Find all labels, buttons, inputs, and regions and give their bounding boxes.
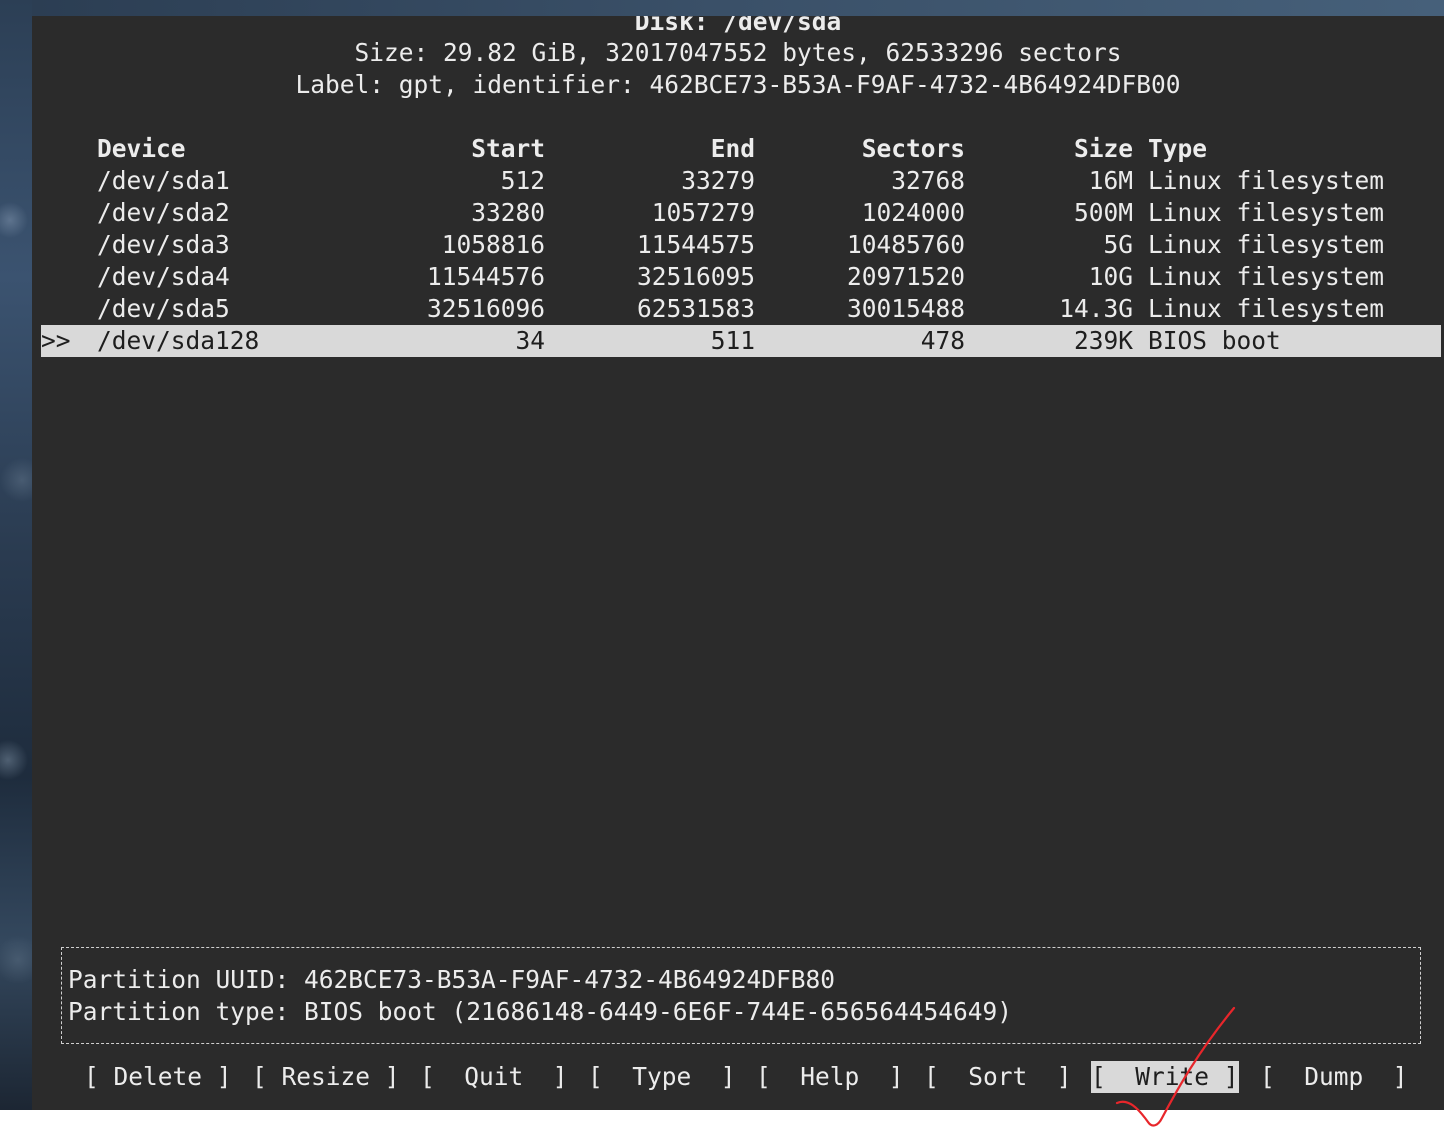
partition-start: 11544576 <box>426 262 545 291</box>
partition-device: /dev/sda1 <box>97 166 230 195</box>
partition-size: 500M <box>1073 198 1133 227</box>
sort-button[interactable]: [ Sort ] <box>924 1061 1072 1093</box>
partition-end: 11544575 <box>636 230 755 259</box>
desktop-top-strip <box>0 0 1444 16</box>
partition-device: /dev/sda5 <box>97 294 230 323</box>
partition-size: 16M <box>1088 166 1133 195</box>
partition-type: Linux filesystem <box>1148 230 1385 259</box>
table-header: Device Start End Sectors Size Type <box>32 133 1444 165</box>
column-sectors: Sectors <box>861 134 965 163</box>
delete-button[interactable]: [ Delete ] <box>84 1061 232 1093</box>
partition-type: Linux filesystem <box>1148 294 1385 323</box>
disk-label: Label: gpt, identifier: 462BCE73-B53A-F9… <box>295 70 1181 99</box>
partition-type: BIOS boot <box>1148 326 1281 355</box>
partition-sectors: 32768 <box>891 166 965 195</box>
partition-sectors: 1024000 <box>861 198 965 227</box>
partition-size: 5G <box>1103 230 1133 259</box>
partition-device: /dev/sda3 <box>97 230 230 259</box>
partition-row[interactable]: /dev/sda1 512 33279 32768 16M Linux file… <box>32 165 1444 197</box>
partition-start: 33280 <box>471 198 545 227</box>
partition-sectors: 10485760 <box>846 230 965 259</box>
quit-button[interactable]: [ Quit ] <box>420 1061 568 1093</box>
partition-row[interactable]: /dev/sda3 1058816 11544575 10485760 5G L… <box>32 229 1444 261</box>
partition-row[interactable]: /dev/sda2 33280 1057279 1024000 500M Lin… <box>32 197 1444 229</box>
partition-start: 512 <box>500 166 545 195</box>
partition-start: 1058816 <box>441 230 545 259</box>
column-start: Start <box>471 134 545 163</box>
partition-size: 14.3G <box>1059 294 1133 323</box>
partition-device: /dev/sda2 <box>97 198 230 227</box>
write-button[interactable]: [ Write ] <box>1091 1061 1239 1093</box>
partition-uuid: Partition UUID: 462BCE73-B53A-F9AF-4732-… <box>68 965 836 994</box>
column-size: Size <box>1073 134 1133 163</box>
partition-end: 1057279 <box>651 198 755 227</box>
partition-start: 34 <box>515 326 545 355</box>
partition-info-box: Partition UUID: 462BCE73-B53A-F9AF-4732-… <box>61 947 1421 1044</box>
partition-device: /dev/sda128 <box>97 326 260 355</box>
partition-row[interactable]: /dev/sda5 32516096 62531583 30015488 14.… <box>32 293 1444 325</box>
disk-size: Size: 29.82 GiB, 32017047552 bytes, 6253… <box>354 38 1122 67</box>
partition-sectors: 478 <box>920 326 965 355</box>
column-device: Device <box>97 134 186 163</box>
partition-row[interactable]: /dev/sda4 11544576 32516095 20971520 10G… <box>32 261 1444 293</box>
resize-button[interactable]: [ Resize ] <box>252 1061 400 1093</box>
partition-sectors: 30015488 <box>846 294 965 323</box>
column-type: Type <box>1148 134 1208 163</box>
partition-type: Linux filesystem <box>1148 262 1385 291</box>
type-button[interactable]: [ Type ] <box>588 1061 736 1093</box>
partition-start: 32516096 <box>426 294 545 323</box>
terminal-window[interactable]: Disk: /dev/sda Size: 29.82 GiB, 32017047… <box>32 16 1444 1110</box>
disk-title: Disk: /dev/sda <box>634 16 842 36</box>
partition-end: 33279 <box>681 166 755 195</box>
partition-end: 32516095 <box>636 262 755 291</box>
partition-type-info: Partition type: BIOS boot (21686148-6449… <box>68 997 1013 1026</box>
dump-button[interactable]: [ Dump ] <box>1260 1061 1408 1093</box>
partition-end: 511 <box>710 326 755 355</box>
selection-cursor: >> <box>41 326 71 355</box>
partition-type: Linux filesystem <box>1148 198 1385 227</box>
partition-type: Linux filesystem <box>1148 166 1385 195</box>
column-end: End <box>710 134 755 163</box>
partition-size: 10G <box>1088 262 1133 291</box>
desktop-wallpaper <box>0 0 32 1110</box>
partition-device: /dev/sda4 <box>97 262 230 291</box>
help-button[interactable]: [ Help ] <box>756 1061 904 1093</box>
partition-size: 239K <box>1073 326 1133 355</box>
partition-sectors: 20971520 <box>846 262 965 291</box>
partition-end: 62531583 <box>636 294 755 323</box>
partition-row-selected[interactable]: >> /dev/sda128 34 511 478 239K BIOS boot <box>41 325 1441 357</box>
